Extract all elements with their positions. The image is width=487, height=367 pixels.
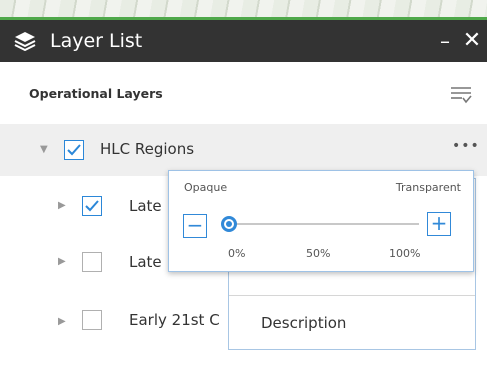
map-background-strip (0, 0, 487, 20)
close-button[interactable]: ✕ (462, 28, 482, 54)
layers-icon (14, 32, 36, 51)
layer-label[interactable]: HLC Regions (100, 140, 194, 158)
layer-checkbox[interactable] (82, 252, 102, 272)
more-options-icon[interactable]: ••• (452, 138, 480, 154)
checkmark-icon (85, 200, 99, 212)
tick-label: 100% (389, 247, 421, 260)
layer-checkbox[interactable] (82, 310, 102, 330)
minimize-button[interactable]: – (436, 28, 454, 54)
expand-caret-icon[interactable]: ▶ (58, 316, 66, 327)
transparency-slider-handle[interactable] (221, 216, 237, 232)
layer-row-hlc-regions[interactable]: ▼ HLC Regions ••• (0, 124, 487, 176)
layer-label[interactable]: Late (129, 197, 162, 215)
description-menu-item[interactable]: Description (261, 314, 346, 332)
panel-title-bar: Layer List – ✕ (0, 20, 487, 62)
filter-list-icon[interactable] (450, 85, 472, 105)
expand-caret-icon[interactable]: ▶ (58, 200, 66, 211)
transparency-slider-track[interactable] (229, 223, 419, 225)
tick-label: 0% (228, 247, 246, 260)
opaque-label: Opaque (184, 181, 228, 194)
section-title: Operational Layers (29, 86, 163, 101)
panel-title: Layer List (50, 30, 143, 52)
menu-divider (229, 295, 475, 296)
layer-checkbox[interactable] (64, 140, 84, 160)
layer-label[interactable]: Early 21st C (129, 311, 220, 329)
tick-label: 50% (306, 247, 331, 260)
decrease-transparency-button[interactable]: − (183, 214, 207, 238)
checkmark-icon (67, 144, 81, 156)
increase-transparency-button[interactable]: + (427, 212, 451, 236)
transparent-label: Transparent (395, 181, 461, 194)
expand-caret-icon[interactable]: ▶ (58, 256, 66, 267)
layer-checkbox[interactable] (82, 196, 102, 216)
layer-label[interactable]: Late (129, 253, 162, 271)
collapse-caret-icon[interactable]: ▼ (40, 144, 48, 155)
transparency-popup: Opaque Transparent − + 0% 50% 100% (168, 170, 474, 272)
